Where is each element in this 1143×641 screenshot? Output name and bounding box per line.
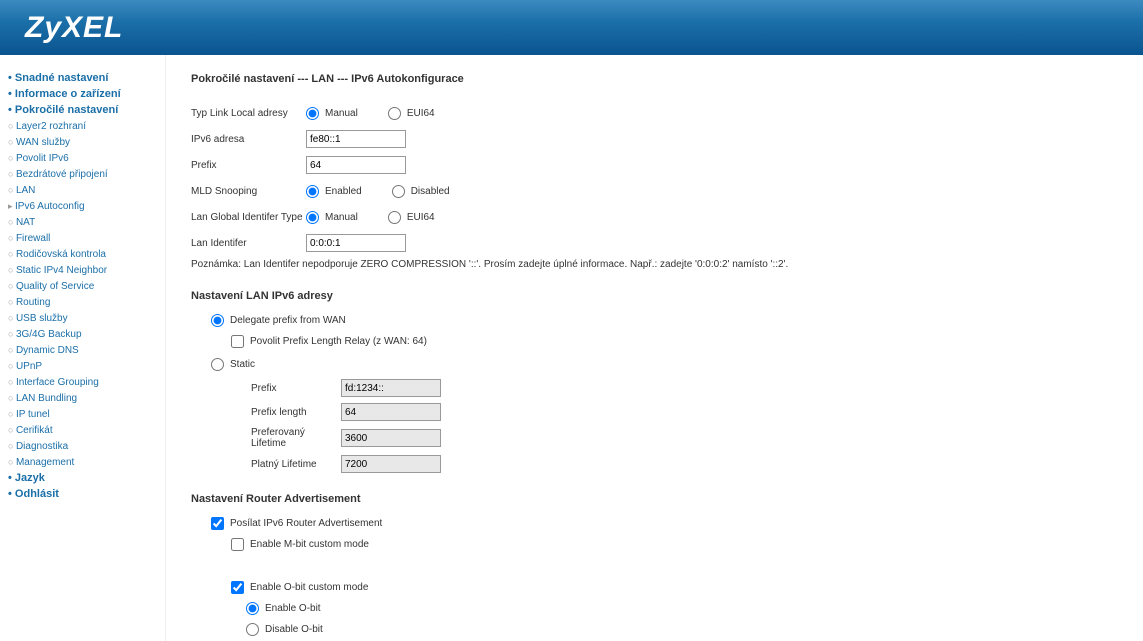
input-prefix[interactable] [306,156,406,174]
nav-wan-services[interactable]: WAN služby [8,137,70,148]
check-obit[interactable] [231,581,244,594]
section-ra: Nastavení Router Advertisement [191,493,1118,505]
nav-management[interactable]: Management [8,457,74,468]
label-static-pfxlen: Prefix length [251,407,341,418]
nav-diag[interactable]: Diagnostika [8,441,68,452]
label-ll-manual: Manual [325,108,358,119]
nav-ip-tunnel[interactable]: IP tunel [8,409,50,420]
nav-ipv6-autoconfig[interactable]: IPv6 Autoconfig [8,201,85,212]
label-prefix-relay: Povolit Prefix Length Relay (z WAN: 64) [250,336,427,347]
nav-static-ipv4[interactable]: Static IPv4 Neighbor [8,265,107,276]
nav-nat[interactable]: NAT [8,217,35,228]
label-disable-obit: Disable O-bit [265,624,323,635]
nav-cert[interactable]: Cerifikát [8,425,53,436]
nav-usb[interactable]: USB služby [8,313,68,324]
main-content: Pokročilé nastavení --- LAN --- IPv6 Aut… [165,55,1143,641]
check-prefix-relay[interactable] [231,335,244,348]
input-static-pfxlen [341,403,441,421]
label-gid-manual: Manual [325,212,358,223]
input-lan-ident[interactable] [306,234,406,252]
nav-routing[interactable]: Routing [8,297,50,308]
label-pref-lifetime: Preferovaný Lifetime [251,427,341,449]
page-title: Pokročilé nastavení --- LAN --- IPv6 Aut… [191,73,1118,85]
label-mbit: Enable M-bit custom mode [250,539,369,550]
radio-ll-eui64[interactable] [388,107,401,120]
label-delegate-wan: Delegate prefix from WAN [230,315,346,326]
nav-ddns[interactable]: Dynamic DNS [8,345,79,356]
label-lan-ident: Lan Identifer [191,238,306,249]
radio-static[interactable] [211,358,224,371]
radio-gid-eui64[interactable] [388,211,401,224]
nav-interface-grouping[interactable]: Interface Grouping [8,377,99,388]
label-prefix: Prefix [191,160,306,171]
nav-upnp[interactable]: UPnP [8,361,42,372]
nav-device-info[interactable]: Informace o zařízení [8,88,121,100]
sidebar: Snadné nastavení Informace o zařízení Po… [0,55,165,641]
nav-lan-bundling[interactable]: LAN Bundling [8,393,77,404]
label-ll-eui64: EUI64 [407,108,435,119]
radio-gid-manual[interactable] [306,211,319,224]
check-mbit[interactable] [231,538,244,551]
nav-parental[interactable]: Rodičovská kontrola [8,249,106,260]
radio-mld-disabled[interactable] [392,185,405,198]
nav-firewall[interactable]: Firewall [8,233,50,244]
label-ipv6-addr: IPv6 adresa [191,134,306,145]
label-static: Static [230,359,255,370]
label-mld-enabled: Enabled [325,186,362,197]
input-pref-lifetime [341,429,441,447]
input-ipv6-addr[interactable] [306,130,406,148]
label-enable-obit: Enable O-bit [265,603,321,614]
label-send-ra: Posílat IPv6 Router Advertisement [230,518,382,529]
label-lan-gid-type: Lan Global Identifer Type [191,212,306,223]
radio-delegate-wan[interactable] [211,314,224,327]
nav-qos[interactable]: Quality of Service [8,281,94,292]
section-lan-ipv6: Nastavení LAN IPv6 adresy [191,290,1118,302]
input-static-prefix [341,379,441,397]
nav-language[interactable]: Jazyk [8,472,45,484]
radio-enable-obit[interactable] [246,602,259,615]
nav-backup[interactable]: 3G/4G Backup [8,329,82,340]
check-send-ra[interactable] [211,517,224,530]
radio-disable-obit[interactable] [246,623,259,636]
label-obit: Enable O-bit custom mode [250,582,368,593]
radio-mld-enabled[interactable] [306,185,319,198]
label-gid-eui64: EUI64 [407,212,435,223]
label-ll-type: Typ Link Local adresy [191,108,306,119]
nav-logout[interactable]: Odhlásit [8,488,59,500]
label-static-prefix: Prefix [251,383,341,394]
note-lan-ident: Poznámka: Lan Identifer nepodporuje ZERO… [191,259,1118,270]
nav-wireless[interactable]: Bezdrátové připojení [8,169,108,180]
nav-lan[interactable]: LAN [8,185,35,196]
brand-logo: ZyXEL [25,11,123,45]
nav-advanced[interactable]: Pokročilé nastavení [8,104,118,116]
label-mld-snooping: MLD Snooping [191,186,306,197]
input-valid-lifetime [341,455,441,473]
label-mld-disabled: Disabled [411,186,450,197]
radio-ll-manual[interactable] [306,107,319,120]
nav-enable-ipv6[interactable]: Povolit IPv6 [8,153,69,164]
nav-layer2[interactable]: Layer2 rozhraní [8,121,86,132]
nav-easy-setup[interactable]: Snadné nastavení [8,72,108,84]
header: ZyXEL [0,0,1143,55]
label-valid-lifetime: Platný Lifetime [251,459,341,470]
